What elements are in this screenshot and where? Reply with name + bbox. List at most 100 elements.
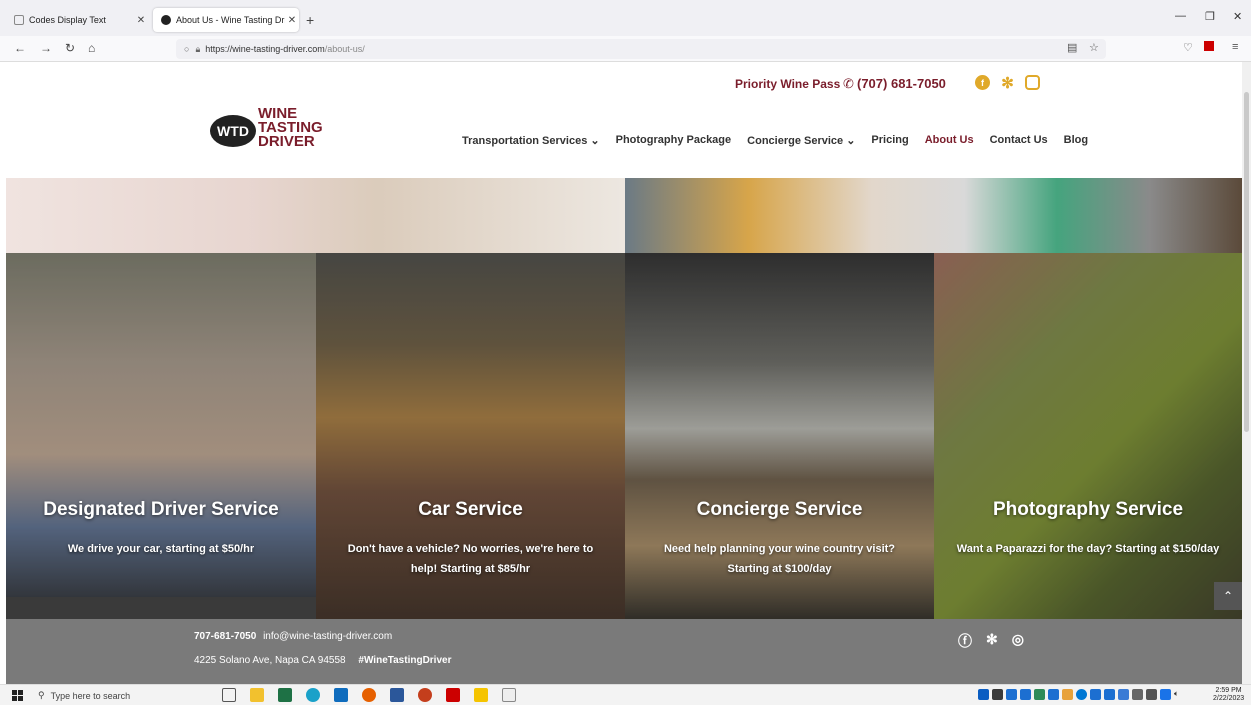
volume-icon[interactable]: [1146, 689, 1157, 700]
group-photo: [6, 178, 625, 253]
card-overlay: [6, 253, 316, 619]
pocket-icon[interactable]: ♡: [1183, 41, 1193, 54]
windows-start-icon[interactable]: [12, 690, 23, 701]
taskbar-search[interactable]: ⚲ Type here to search: [38, 687, 200, 704]
nav-photography-package[interactable]: Photography Package: [616, 134, 732, 147]
phone-icon: ✆: [843, 76, 854, 91]
nav-contact-us[interactable]: Contact Us: [990, 134, 1048, 147]
tray-icon[interactable]: [1090, 689, 1101, 700]
back-icon[interactable]: ←: [14, 41, 26, 55]
reload-icon[interactable]: ↻: [65, 41, 75, 55]
service-card-concierge[interactable]: Concierge Service Need help planning you…: [625, 253, 934, 619]
site-footer: 707-681-7050 info@wine-tasting-driver.co…: [6, 619, 1242, 684]
priority-wine-pass-link[interactable]: Priority Wine Pass: [735, 77, 840, 91]
facebook-icon[interactable]: ⓕ: [958, 631, 972, 651]
taskbar-clock[interactable]: 2:59 PM 2/22/2023: [1213, 687, 1244, 703]
service-title: Photography Service: [992, 499, 1184, 520]
nav-transportation-services[interactable]: Transportation Services ⌄: [462, 134, 600, 147]
service-card-car-service[interactable]: Car Service Don't have a vehicle? No wor…: [316, 253, 625, 619]
taskbar-apps: [222, 688, 516, 702]
site-favicon-icon: [161, 15, 171, 25]
scroll-to-top-button[interactable]: ⌃: [1214, 582, 1242, 610]
tray-icon[interactable]: [1006, 689, 1017, 700]
acrobat-icon[interactable]: [446, 688, 460, 702]
service-description: Don't have a vehicle? No worries, we're …: [347, 543, 594, 575]
tray-icon[interactable]: [978, 689, 989, 700]
footer-contact: 707-681-7050 info@wine-tasting-driver.co…: [194, 631, 392, 642]
reader-view-icon[interactable]: ▤: [1067, 41, 1077, 54]
page-scrollbar[interactable]: [1242, 62, 1251, 684]
minimize-icon[interactable]: —: [1175, 10, 1186, 22]
nav-concierge-service[interactable]: Concierge Service ⌄: [747, 134, 855, 147]
close-tab-icon[interactable]: ✕: [285, 15, 299, 26]
app-icon[interactable]: [474, 688, 488, 702]
service-card-photography[interactable]: Photography Service Want a Paparazzi for…: [934, 253, 1242, 619]
wine-toast-photo: [625, 178, 1242, 253]
system-tray: 🔈︎: [978, 689, 1185, 700]
tab-title: Codes Display Text: [29, 15, 106, 25]
footer-email[interactable]: info@wine-tasting-driver.com: [263, 631, 392, 642]
clock-date: 2/22/2023: [1213, 695, 1245, 702]
close-tab-icon[interactable]: ✕: [134, 15, 148, 26]
restore-icon[interactable]: ❐: [1205, 10, 1215, 23]
onedrive-icon[interactable]: [1076, 689, 1087, 700]
scrollbar-thumb[interactable]: [1244, 92, 1249, 432]
logo-word-3: DRIVER: [258, 133, 315, 150]
card-bottom-strip: [6, 597, 316, 619]
tray-icon[interactable]: [992, 689, 1003, 700]
pdf-extension-icon[interactable]: [1204, 41, 1214, 51]
tray-icon[interactable]: [1048, 689, 1059, 700]
url-bar[interactable]: ○ 🔒︎ https://wine-tasting-driver.com /ab…: [176, 39, 1106, 59]
outlook-icon[interactable]: [334, 688, 348, 702]
firefox-icon[interactable]: [362, 688, 376, 702]
phone-link[interactable]: (707) 681-7050: [857, 76, 946, 91]
url-host: https://wine-tasting-driver.com: [205, 44, 325, 54]
file-explorer-icon[interactable]: [250, 688, 264, 702]
service-title: Car Service: [418, 499, 523, 520]
browser-tab-active[interactable]: About Us - Wine Tasting Driver ✕: [153, 8, 299, 32]
browser-tab[interactable]: Codes Display Text ✕: [6, 8, 148, 32]
excel-icon[interactable]: [278, 688, 292, 702]
instagram-icon[interactable]: [1025, 75, 1040, 90]
footer-address-line: 4225 Solano Ave, Napa CA 94558 #WineTast…: [194, 655, 451, 666]
speaker-icon[interactable]: 🔈︎: [1174, 689, 1185, 700]
powerpoint-icon[interactable]: [418, 688, 432, 702]
site-logo[interactable]: WTD WINE TASTING DRIVER: [210, 106, 335, 155]
photo-band: [6, 178, 1242, 253]
bookmark-star-icon[interactable]: ☆: [1089, 41, 1099, 54]
card-overlay: [934, 253, 1242, 619]
network-icon[interactable]: [1132, 689, 1143, 700]
clock-time: 2:59 PM: [1215, 687, 1242, 694]
tray-icon[interactable]: [1160, 689, 1171, 700]
service-description: Need help planning your wine country vis…: [663, 543, 896, 575]
close-window-icon[interactable]: ✕: [1233, 10, 1242, 23]
service-card-designated-driver[interactable]: Designated Driver Service We drive your …: [6, 253, 316, 619]
search-placeholder: Type here to search: [50, 690, 131, 701]
footer-phone[interactable]: 707-681-7050: [194, 631, 256, 642]
tray-icon[interactable]: [1104, 689, 1115, 700]
main-nav: Transportation Services ⌄ Photography Pa…: [462, 134, 1104, 147]
task-view-icon[interactable]: [222, 688, 236, 702]
nav-about-us[interactable]: About Us: [925, 134, 974, 147]
tray-icon[interactable]: [1062, 689, 1073, 700]
home-icon[interactable]: ⌂: [88, 41, 95, 55]
forward-icon[interactable]: →: [40, 41, 52, 55]
facebook-icon[interactable]: f: [975, 75, 990, 90]
java-icon[interactable]: [502, 688, 516, 702]
new-tab-icon[interactable]: +: [306, 12, 314, 28]
yelp-icon[interactable]: ✻: [1000, 75, 1015, 92]
page-icon: [14, 15, 24, 25]
word-icon[interactable]: [390, 688, 404, 702]
service-title: Designated Driver Service: [43, 499, 279, 520]
yelp-icon[interactable]: ✻: [986, 631, 998, 651]
menu-icon[interactable]: ≡: [1232, 41, 1238, 53]
browser-nav-bar: ← → ↻ ⌂ ○ 🔒︎ https://wine-tasting-driver…: [0, 36, 1251, 62]
tray-icon[interactable]: [1118, 689, 1129, 700]
tray-icon[interactable]: [1034, 689, 1045, 700]
instagram-icon[interactable]: ◎: [1012, 631, 1024, 651]
tab-title: About Us - Wine Tasting Driver: [176, 15, 285, 25]
edge-icon[interactable]: [306, 688, 320, 702]
nav-blog[interactable]: Blog: [1064, 134, 1088, 147]
nav-pricing[interactable]: Pricing: [871, 134, 908, 147]
tray-icon[interactable]: [1020, 689, 1031, 700]
